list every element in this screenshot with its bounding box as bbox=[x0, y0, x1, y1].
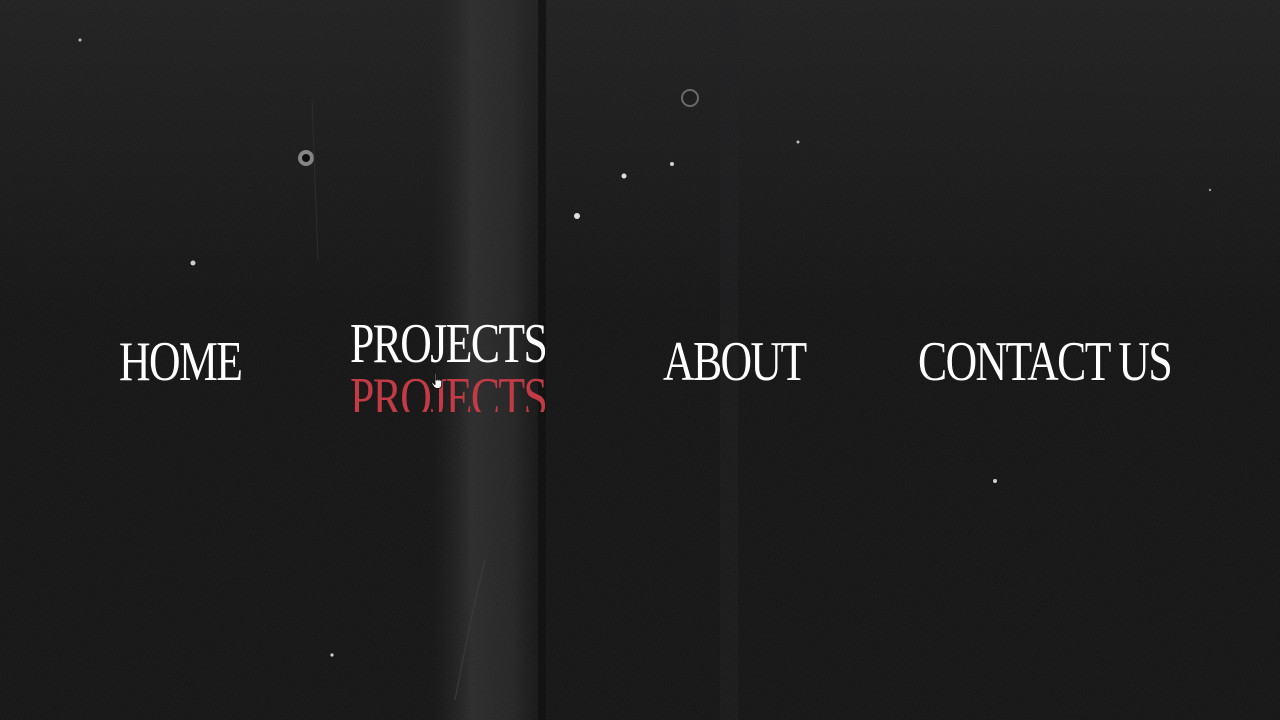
nav-link-home[interactable]: HOME bbox=[119, 334, 243, 390]
projects-label-white: PROJECTS bbox=[350, 320, 548, 375]
hand-pointer-icon bbox=[431, 372, 443, 389]
projects-label-incoming: PROJECTS bbox=[350, 366, 580, 412]
nav-link-about[interactable]: ABOUT bbox=[663, 334, 807, 390]
nav-link-projects[interactable]: PROJECTS PROJECTS bbox=[350, 320, 580, 412]
page: HOME PROJECTS PROJECTS ABOUT CONTACT US bbox=[0, 0, 1280, 720]
main-navigation: HOME PROJECTS PROJECTS ABOUT CONTACT US bbox=[0, 0, 1280, 720]
nav-link-contact[interactable]: CONTACT US bbox=[918, 334, 1173, 390]
projects-label-red: PROJECTS bbox=[350, 367, 548, 412]
